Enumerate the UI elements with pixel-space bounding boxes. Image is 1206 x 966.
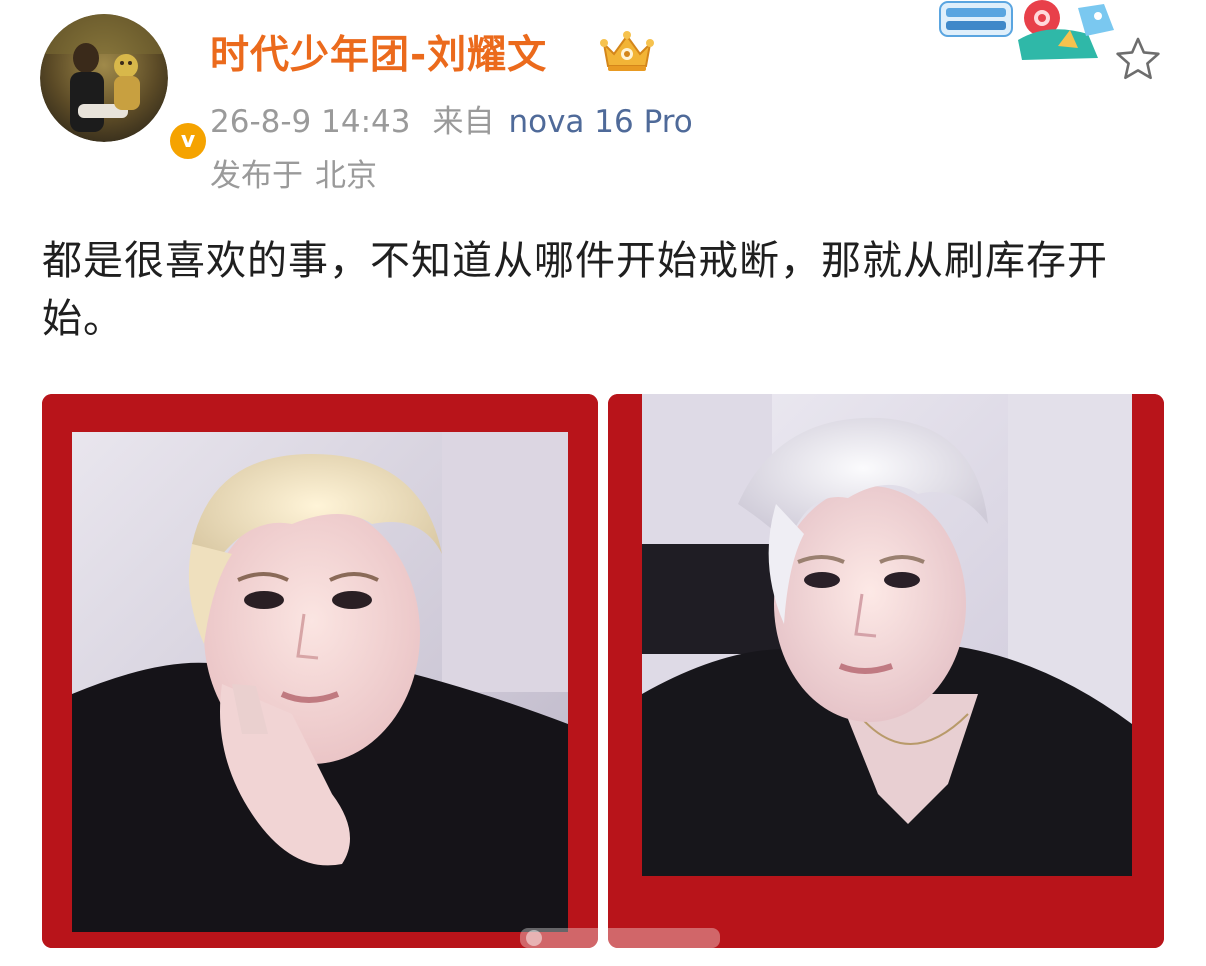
avatar[interactable]: v <box>40 14 210 163</box>
post-text: 都是很喜欢的事，不知道从哪件开始戒断，那就从刷库存开始。 <box>42 238 1108 342</box>
event-badge-icon[interactable] <box>938 0 1118 64</box>
watermark-image <box>520 928 720 948</box>
photo-1-image <box>42 394 598 948</box>
username[interactable]: 时代少年团-刘耀文 <box>210 24 547 80</box>
location-prefix: 发布于 <box>210 158 303 194</box>
star-icon[interactable] <box>1114 36 1162 82</box>
post-photo-1[interactable] <box>42 394 598 948</box>
post-time: 26-8-9 14:43 <box>210 104 411 140</box>
verified-badge-icon: v <box>166 119 210 163</box>
post-meta: 26-8-9 14:43 来自 nova 16 Pro <box>210 96 693 141</box>
crown-icon[interactable] <box>598 30 656 74</box>
from-label: 来自 <box>432 104 495 140</box>
post-location: 发布于 北京 <box>210 150 377 195</box>
avatar-image <box>40 14 168 142</box>
photo-2-image <box>608 394 1164 948</box>
post-photo-2[interactable] <box>608 394 1164 948</box>
location-city: 北京 <box>315 158 377 194</box>
post-source-link[interactable]: nova 16 Pro <box>508 104 692 140</box>
